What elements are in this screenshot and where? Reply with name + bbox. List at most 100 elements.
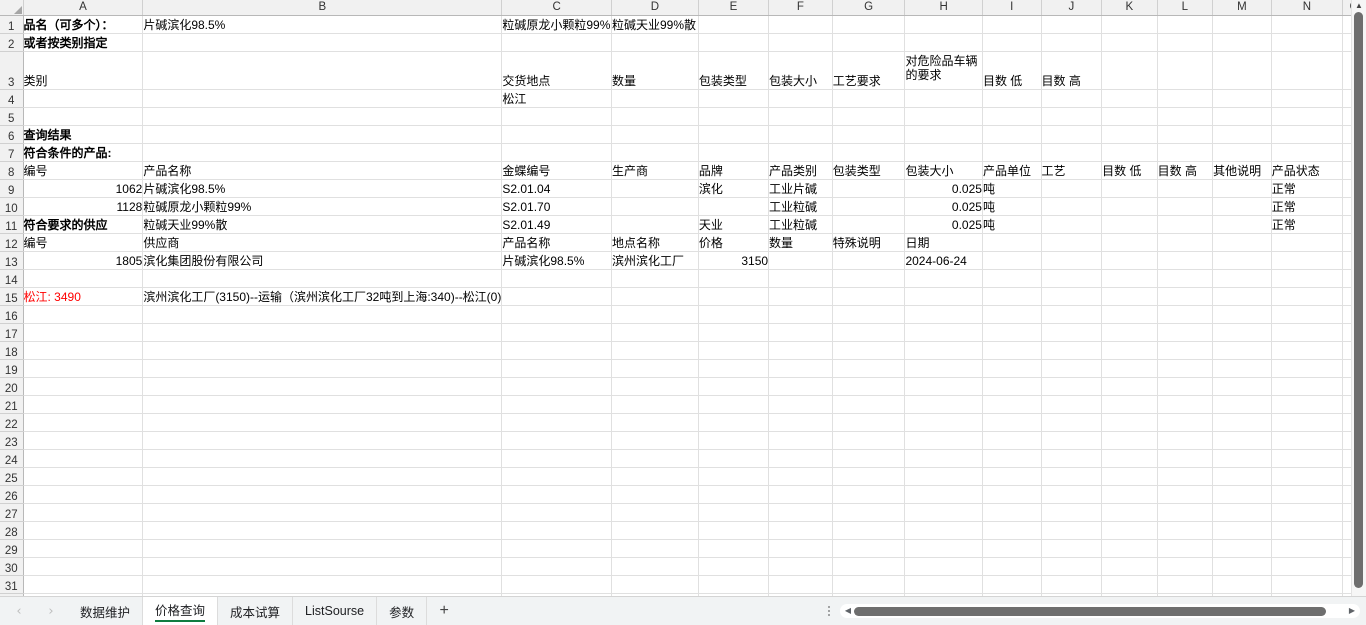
cell-I23[interactable] [982,431,1042,450]
cell-M21[interactable] [1212,395,1272,414]
cell-L14[interactable] [1157,269,1214,288]
cell-G10[interactable] [832,197,906,216]
cell-E8[interactable]: 品牌 [698,161,770,180]
cell-K4[interactable] [1101,89,1158,108]
cell-J10[interactable] [1041,197,1103,216]
sheet-tab-3[interactable]: 成本试算 [218,597,294,625]
cell-G28[interactable] [832,521,906,540]
row-header-2[interactable]: 2 [0,33,24,52]
column-header-f[interactable]: F [768,0,833,16]
cell-A14[interactable] [23,269,144,288]
cell-B18[interactable] [142,341,503,360]
cell-J4[interactable] [1041,89,1103,108]
cell-E15[interactable] [698,287,770,306]
cell-K3[interactable] [1101,51,1158,90]
cell-K6[interactable] [1101,125,1158,144]
cell-F29[interactable] [768,539,833,558]
cell-G2[interactable] [832,33,906,52]
column-header-n[interactable]: N [1271,0,1344,16]
cell-L30[interactable] [1157,557,1214,576]
cell-A11[interactable]: 符合要求的供应 [23,215,144,234]
row-header-29[interactable]: 29 [0,539,24,558]
cell-B8[interactable]: 产品名称 [142,161,503,180]
cell-G22[interactable] [832,413,906,432]
column-header-c[interactable]: C [501,0,612,16]
cell-D19[interactable] [611,359,699,378]
cell-A23[interactable] [23,431,144,450]
cell-L21[interactable] [1157,395,1214,414]
cell-E21[interactable] [698,395,770,414]
cell-K20[interactable] [1101,377,1158,396]
cell-G18[interactable] [832,341,906,360]
cell-N14[interactable] [1271,269,1344,288]
cell-J3[interactable]: 目数 高 [1041,51,1103,90]
cell-E31[interactable] [698,575,770,594]
cell-B2[interactable] [142,33,503,52]
cell-I22[interactable] [982,413,1042,432]
cell-C1[interactable]: 粒碱原龙小颗粒99% [501,15,612,34]
row-header-11[interactable]: 11 [0,215,24,234]
row-header-6[interactable]: 6 [0,125,24,144]
cell-F11[interactable]: 工业粒碱 [768,215,833,234]
cell-G3[interactable]: 工艺要求 [832,51,906,90]
cell-A13[interactable]: 1805 [23,251,144,270]
cell-K10[interactable] [1101,197,1158,216]
cell-A9[interactable]: 1062 [23,179,144,198]
cell-B11[interactable]: 粒碱天业99%散 [142,215,503,234]
cell-M20[interactable] [1212,377,1272,396]
cell-A18[interactable] [23,341,144,360]
cell-I21[interactable] [982,395,1042,414]
row-header-28[interactable]: 28 [0,521,24,540]
column-header-a[interactable]: A [23,0,144,16]
cell-I8[interactable]: 产品单位 [982,161,1042,180]
cell-I3[interactable]: 目数 低 [982,51,1042,90]
cell-I9[interactable]: 吨 [982,179,1042,198]
cell-C2[interactable] [501,33,612,52]
cell-J21[interactable] [1041,395,1103,414]
cell-N24[interactable] [1271,449,1344,468]
cell-C31[interactable] [501,575,612,594]
column-header-b[interactable]: B [142,0,503,16]
cell-F14[interactable] [768,269,833,288]
row-header-22[interactable]: 22 [0,413,24,432]
cell-I6[interactable] [982,125,1042,144]
cell-D29[interactable] [611,539,699,558]
cell-B24[interactable] [142,449,503,468]
cell-I24[interactable] [982,449,1042,468]
row-header-15[interactable]: 15 [0,287,24,306]
cell-K5[interactable] [1101,107,1158,126]
cell-L26[interactable] [1157,485,1214,504]
cell-K24[interactable] [1101,449,1158,468]
cell-L19[interactable] [1157,359,1214,378]
cell-F26[interactable] [768,485,833,504]
cell-N1[interactable] [1271,15,1344,34]
cell-D20[interactable] [611,377,699,396]
cell-G16[interactable] [832,305,906,324]
cell-M12[interactable] [1212,233,1272,252]
cell-I26[interactable] [982,485,1042,504]
cell-F25[interactable] [768,467,833,486]
cell-L22[interactable] [1157,413,1214,432]
cell-N23[interactable] [1271,431,1344,450]
add-sheet-button[interactable]: + [427,602,461,620]
cell-M30[interactable] [1212,557,1272,576]
cell-F19[interactable] [768,359,833,378]
cell-K22[interactable] [1101,413,1158,432]
cell-C13[interactable]: 片碱滨化98.5% [501,251,612,270]
cell-E1[interactable] [698,15,770,34]
cell-E12[interactable]: 价格 [698,233,770,252]
cell-I18[interactable] [982,341,1042,360]
cell-F15[interactable] [768,287,833,306]
cell-G15[interactable] [832,287,906,306]
cell-K31[interactable] [1101,575,1158,594]
cell-G23[interactable] [832,431,906,450]
cell-J28[interactable] [1041,521,1103,540]
cell-M4[interactable] [1212,89,1272,108]
cell-K27[interactable] [1101,503,1158,522]
cell-N22[interactable] [1271,413,1344,432]
cell-N29[interactable] [1271,539,1344,558]
cell-N5[interactable] [1271,107,1344,126]
cell-H3[interactable]: 对危险品车辆的要求 [904,51,983,90]
cell-I16[interactable] [982,305,1042,324]
cell-D15[interactable] [611,287,699,306]
